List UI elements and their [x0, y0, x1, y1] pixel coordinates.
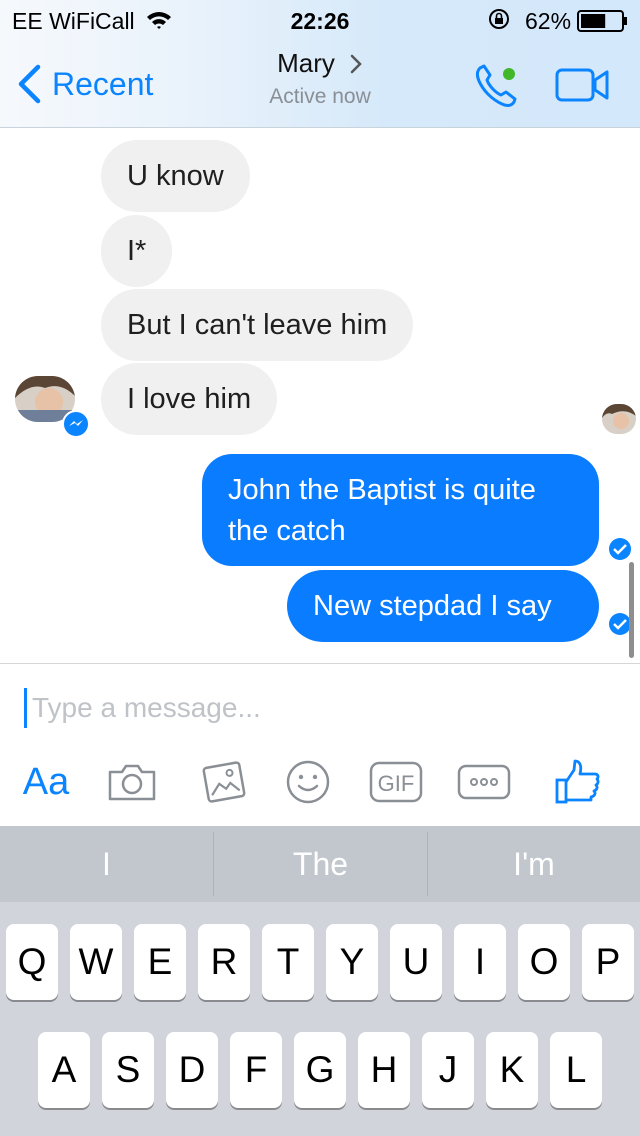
presence-status: Active now: [269, 85, 371, 108]
key-d[interactable]: D: [166, 1032, 218, 1108]
message-outgoing[interactable]: New stepdad I say: [287, 570, 599, 642]
messenger-badge-icon: [62, 410, 90, 438]
emoji-icon: [286, 760, 330, 804]
key-g[interactable]: G: [294, 1032, 346, 1108]
key-r[interactable]: R: [198, 924, 250, 1000]
like-button[interactable]: [552, 756, 602, 808]
message-placeholder: Type a message...: [32, 692, 261, 723]
key-i[interactable]: I: [454, 924, 506, 1000]
camera-button[interactable]: [106, 756, 158, 808]
text-style-button[interactable]: Aa: [18, 756, 74, 808]
conversation-title[interactable]: Mary Active now: [200, 48, 440, 109]
message-incoming[interactable]: I*: [101, 215, 173, 287]
message-input[interactable]: Type a message...: [24, 686, 614, 730]
scrollbar[interactable]: [629, 562, 634, 658]
key-w[interactable]: W: [70, 924, 122, 1000]
key-s[interactable]: S: [102, 1032, 154, 1108]
seen-avatar: [602, 404, 636, 434]
key-e[interactable]: E: [134, 924, 186, 1000]
photo-button[interactable]: [198, 756, 250, 808]
keyboard: Q W E R T Y U I O P A S D F G H J K L: [0, 902, 640, 1136]
thumbs-up-icon: [555, 759, 600, 804]
key-o[interactable]: O: [518, 924, 570, 1000]
chevron-right-icon: [350, 54, 362, 73]
delivered-check-icon: [609, 538, 631, 560]
suggestion[interactable]: The: [214, 826, 427, 902]
more-icon: [457, 764, 511, 800]
video-call-icon[interactable]: [555, 66, 609, 104]
contact-name: Mary: [277, 48, 335, 78]
photo-icon: [202, 761, 246, 803]
message-incoming[interactable]: But I can't leave him: [101, 289, 414, 361]
key-u[interactable]: U: [390, 924, 442, 1000]
battery-percent: 62%: [525, 8, 572, 34]
phone-call-icon[interactable]: [472, 62, 524, 110]
more-button[interactable]: [456, 756, 512, 808]
message-incoming[interactable]: I love him: [101, 363, 278, 435]
key-l[interactable]: L: [550, 1032, 602, 1108]
battery-icon: [577, 10, 627, 32]
key-h[interactable]: H: [358, 1032, 410, 1108]
message-outgoing[interactable]: John the Baptist is quite the catch: [202, 454, 599, 566]
header: EE WiFiCall 22:26 62% Recent Mary Active…: [0, 0, 640, 128]
message-incoming[interactable]: U know: [101, 140, 250, 212]
divider: [0, 663, 640, 664]
back-button[interactable]: Recent: [16, 62, 153, 106]
key-t[interactable]: T: [262, 924, 314, 1000]
gif-button[interactable]: GIF: [368, 756, 424, 808]
suggestion[interactable]: I'm: [428, 826, 640, 902]
chevron-left-icon: [18, 64, 41, 104]
suggestion[interactable]: I: [0, 826, 213, 902]
key-p[interactable]: P: [582, 924, 634, 1000]
gif-icon: GIF: [369, 761, 423, 803]
rotation-lock-icon: [489, 9, 509, 29]
back-label: Recent: [52, 65, 154, 102]
key-a[interactable]: A: [38, 1032, 90, 1108]
key-k[interactable]: K: [486, 1032, 538, 1108]
key-f[interactable]: F: [230, 1032, 282, 1108]
key-j[interactable]: J: [422, 1032, 474, 1108]
predictive-bar: I The I'm: [0, 826, 640, 902]
text-caret: [24, 688, 27, 728]
camera-icon: [108, 764, 156, 801]
emoji-button[interactable]: [284, 756, 332, 808]
key-q[interactable]: Q: [6, 924, 58, 1000]
key-y[interactable]: Y: [326, 924, 378, 1000]
status-bar: EE WiFiCall 22:26 62%: [0, 0, 640, 40]
gif-label: GIF: [378, 771, 415, 796]
